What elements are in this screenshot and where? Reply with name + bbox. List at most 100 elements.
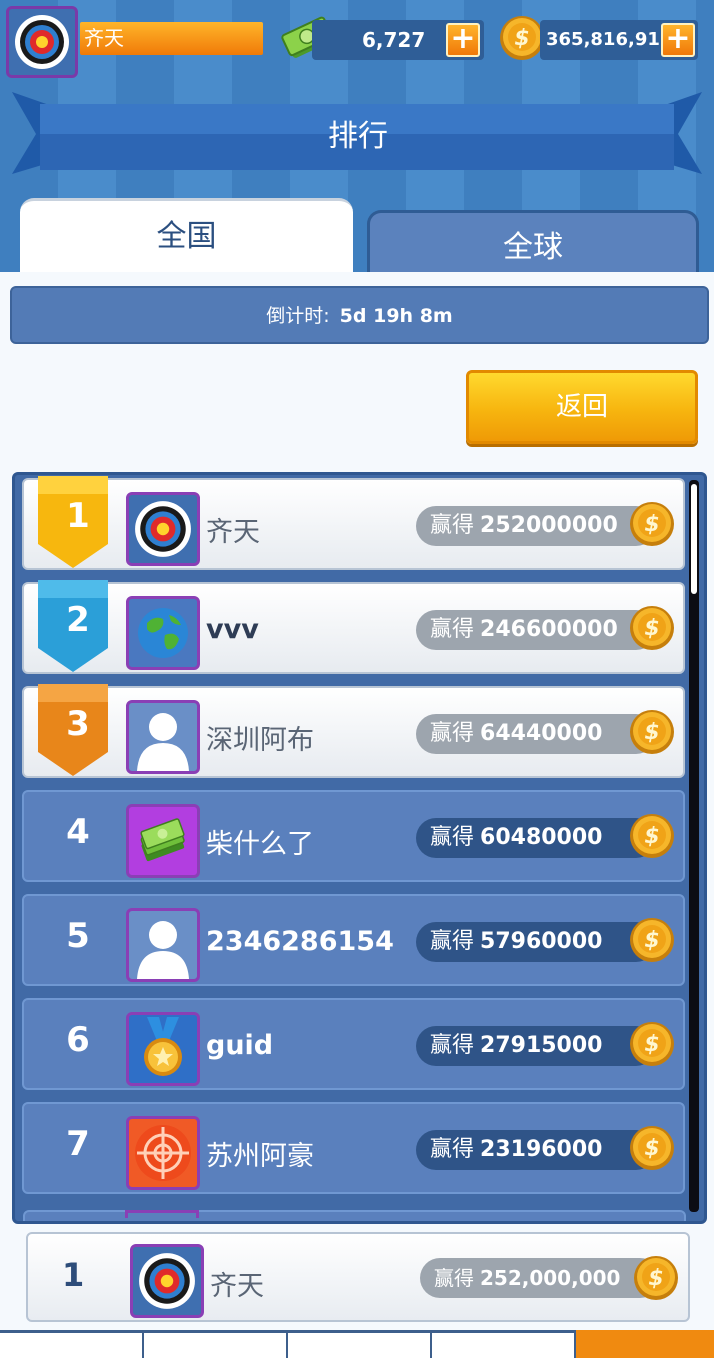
player-name: 2346286154	[206, 926, 394, 957]
rank-number: 5	[66, 916, 90, 956]
coin-icon: $	[630, 1126, 674, 1170]
my-score-pill: 赢得 252,000,000	[420, 1258, 660, 1298]
score-value: 60480000	[480, 825, 603, 850]
player-avatar	[126, 1116, 200, 1190]
score-prefix: 赢得	[430, 1137, 475, 1162]
score-value: 23196000	[480, 1137, 603, 1162]
score-pill: 赢得 27915000	[416, 1026, 656, 1066]
score-pill: 赢得 23196000	[416, 1130, 656, 1170]
coin-icon: $	[500, 16, 544, 60]
default-user-icon	[137, 921, 189, 979]
page-title: 排行	[328, 119, 388, 154]
rank-number: 4	[66, 812, 90, 852]
nav-divider	[142, 1333, 144, 1358]
tab-global[interactable]: 全球	[367, 210, 699, 272]
table-row[interactable]: 5 2346286154 赢得 57960000 $	[22, 894, 685, 986]
score-prefix: 赢得	[430, 617, 475, 642]
score-prefix: 赢得	[430, 513, 475, 538]
score-prefix: 赢得	[430, 721, 475, 746]
score-pill: 赢得 60480000	[416, 818, 656, 858]
score-value: 252000000	[480, 513, 618, 538]
default-user-icon	[137, 713, 189, 771]
score-prefix: 赢得	[430, 1033, 475, 1058]
nav-divider	[574, 1333, 576, 1358]
svg-text:$: $	[644, 824, 659, 849]
svg-text:$: $	[644, 928, 659, 953]
add-coins-button[interactable]: +	[661, 23, 695, 57]
svg-text:$: $	[648, 1266, 663, 1291]
nav-divider	[430, 1333, 432, 1358]
player-avatar	[126, 908, 200, 982]
rank-number: 6	[66, 1020, 90, 1060]
svg-text:$: $	[644, 512, 659, 537]
cash-stack-icon	[140, 818, 185, 862]
nav-divider	[286, 1333, 288, 1358]
coin-icon: $	[630, 502, 674, 546]
nav-tab-active[interactable]	[576, 1330, 714, 1358]
table-row[interactable]: 7 苏州阿豪 赢得 23196000 $	[22, 1102, 685, 1194]
player-name: 齐天	[206, 517, 260, 548]
countdown-label: 倒计时:	[266, 305, 330, 327]
scrollbar-thumb[interactable]	[691, 484, 697, 594]
score-prefix: 赢得	[430, 825, 475, 850]
score-prefix: 赢得	[430, 929, 475, 954]
crosshair-icon	[135, 1125, 191, 1181]
player-avatar	[126, 804, 200, 878]
coin-icon: $	[630, 918, 674, 962]
coin-icon: $	[634, 1256, 678, 1300]
score-value: 64440000	[480, 721, 603, 746]
list-item[interactable]	[23, 1210, 686, 1221]
target-icon	[139, 1253, 195, 1309]
svg-text:$: $	[644, 1136, 659, 1161]
svg-text:$: $	[644, 720, 659, 745]
player-name: guid	[206, 1030, 274, 1061]
table-row[interactable]: 2 vvv 赢得 246600000 $	[22, 580, 685, 674]
table-row[interactable]: 6 guid 赢得 27915000 $	[22, 998, 685, 1090]
coin-icon: $	[630, 1022, 674, 1066]
player-name: 齐天	[80, 22, 263, 55]
score-value: 246600000	[480, 617, 618, 642]
add-cash-button[interactable]: +	[446, 23, 480, 57]
score-value: 57960000	[480, 929, 603, 954]
back-button[interactable]: 返回	[466, 370, 698, 444]
bottom-nav-bar[interactable]	[0, 1330, 714, 1358]
rank-number: 7	[66, 1124, 90, 1164]
my-score-value: 252,000,000	[480, 1266, 621, 1290]
my-rank-row[interactable]: 1 齐天 赢得 252,000,000 $	[26, 1232, 690, 1322]
tab-national[interactable]: 全国	[20, 198, 353, 272]
rank-number: 1	[66, 496, 90, 536]
rank-number: 3	[66, 704, 90, 744]
player-avatar[interactable]	[6, 6, 78, 78]
my-player-name: 齐天	[210, 1271, 264, 1302]
coin-icon: $	[630, 606, 674, 650]
target-icon	[135, 501, 191, 557]
svg-text:$: $	[514, 26, 529, 51]
svg-text:$: $	[644, 616, 659, 641]
table-row[interactable]: 3 深圳阿布 赢得 64440000 $	[22, 684, 685, 778]
list-scrollbar[interactable]	[689, 480, 699, 1212]
player-avatar	[126, 700, 200, 774]
globe-icon	[138, 608, 188, 658]
player-avatar	[126, 596, 200, 670]
player-name: 深圳阿布	[206, 725, 314, 756]
table-row[interactable]: 1 齐天 赢得 252000000 $	[22, 476, 685, 570]
table-row[interactable]: 4 柴什么了 赢得 60480000 $	[22, 790, 685, 882]
player-avatar	[126, 492, 200, 566]
player-name: vvv	[206, 614, 259, 645]
rank-number: 2	[66, 600, 90, 640]
score-pill: 赢得 57960000	[416, 922, 656, 962]
target-icon	[15, 15, 69, 69]
score-pill: 赢得 64440000	[416, 714, 656, 754]
svg-text:$: $	[644, 1032, 659, 1057]
score-value: 27915000	[480, 1033, 603, 1058]
my-rank-number: 1	[62, 1256, 85, 1294]
player-avatar	[126, 1012, 200, 1086]
medal-icon	[144, 1017, 182, 1076]
score-prefix: 赢得	[434, 1266, 474, 1290]
player-avatar	[130, 1244, 204, 1318]
score-pill: 赢得 246600000	[416, 610, 656, 650]
countdown-bar: 倒计时: 5d 19h 8m	[10, 286, 709, 344]
coin-icon: $	[630, 814, 674, 858]
player-name: 柴什么了	[206, 829, 314, 860]
countdown-value: 5d 19h 8m	[339, 305, 453, 327]
